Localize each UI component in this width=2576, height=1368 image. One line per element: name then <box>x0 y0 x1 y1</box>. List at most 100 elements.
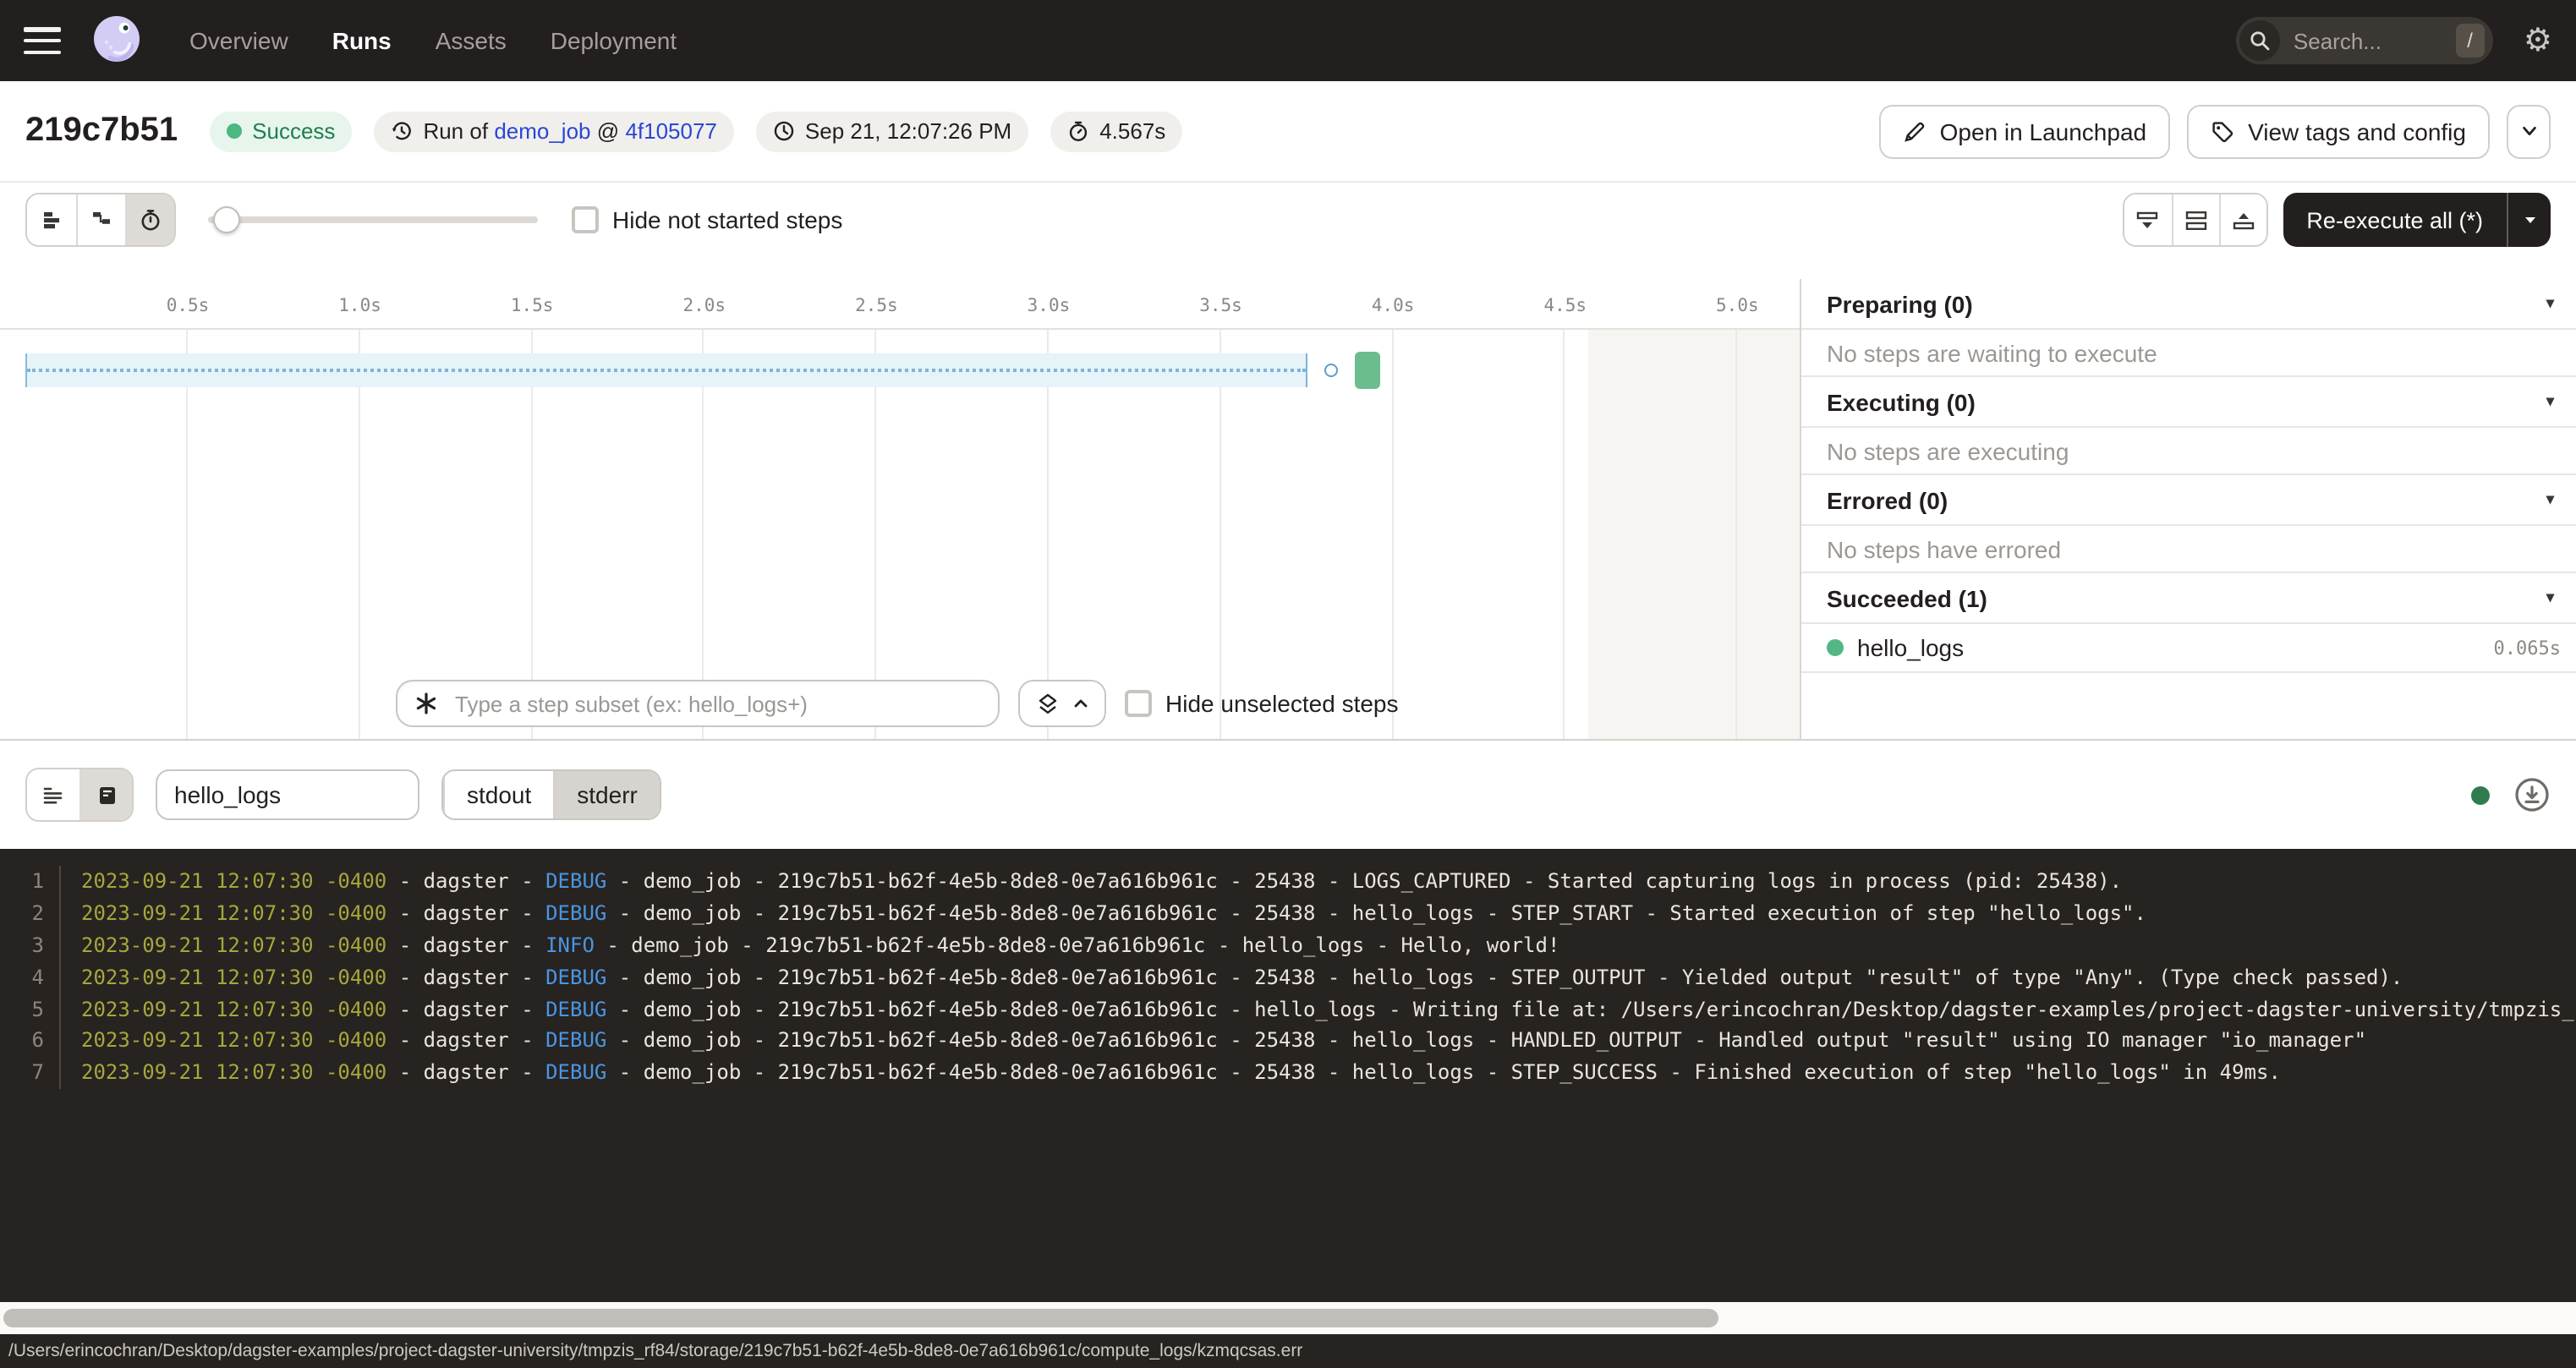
section-header[interactable]: Preparing (0) ▾ <box>1801 279 2576 330</box>
log-stream-tab[interactable]: stderr <box>553 771 660 818</box>
section-caret-icon: ▾ <box>2546 294 2554 313</box>
time-tick-label: 1.5s <box>446 296 618 316</box>
log-capture-status-dot <box>2471 785 2490 804</box>
time-tick-label: 1.0s <box>274 296 447 316</box>
log-level: DEBUG <box>545 1060 606 1084</box>
gantt-mode-group <box>25 193 176 247</box>
run-header: 219c7b51 Success Run of demo_job @ 4f105… <box>0 81 2576 183</box>
split-panels-icon[interactable] <box>2171 194 2218 245</box>
hide-not-started-checkbox[interactable]: Hide not started steps <box>572 206 842 233</box>
structured-log-view-icon[interactable] <box>27 769 79 820</box>
search-icon <box>2239 20 2280 61</box>
scrollbar-thumb[interactable] <box>3 1309 1718 1327</box>
gantt-chart: 0.5s1.0s1.5s2.0s2.5s3.0s3.5s4.0s4.5s5.0s <box>0 257 1800 739</box>
snapshot-link[interactable]: 4f105077 <box>625 118 716 144</box>
nav-item[interactable]: Assets <box>436 27 507 54</box>
nav-item[interactable]: Overview <box>189 27 288 54</box>
raw-log-view-icon[interactable] <box>79 769 132 820</box>
log-horizontal-scrollbar[interactable] <box>0 1302 2576 1334</box>
op-selector-icon <box>414 692 438 715</box>
log-timestamp: 2023-09-21 12:07:30 -0400 <box>81 933 386 957</box>
checkbox-icon[interactable] <box>572 206 599 233</box>
job-link[interactable]: demo_job <box>494 118 590 144</box>
log-step-filter-input[interactable] <box>156 769 419 820</box>
log-line-number: 1 <box>0 870 44 894</box>
log-source: - dagster - <box>386 870 545 894</box>
log-view-mode-group <box>25 768 134 822</box>
reexecute-menu-caret[interactable] <box>2507 193 2551 247</box>
log-line-number: 3 <box>0 933 44 957</box>
search-placeholder: Search... <box>2294 28 2442 53</box>
reexecute-split-button: Re-execute all (*) <box>2283 193 2551 247</box>
nav-item[interactable]: Deployment <box>551 27 677 54</box>
gantt-waterfall-view-icon[interactable] <box>76 194 125 245</box>
log-message: - demo_job - 219c7b51-b62f-4e5b-8de8-0e7… <box>606 1029 2366 1053</box>
log-timestamp: 2023-09-21 12:07:30 -0400 <box>81 1060 386 1084</box>
gantt-flat-view-icon[interactable] <box>27 194 76 245</box>
log-timestamp: 2023-09-21 12:07:30 -0400 <box>81 870 386 894</box>
gantt-timed-view-icon[interactable] <box>125 194 174 245</box>
time-tick-label: 4.0s <box>1307 296 1479 316</box>
top-nav: Overview Runs Assets Deployment Search..… <box>0 0 2576 81</box>
success-dot-icon <box>227 123 242 139</box>
graph-query-toggle-button[interactable] <box>1018 680 1106 727</box>
section-header[interactable]: Executing (0) ▾ <box>1801 377 2576 428</box>
gantt-zoom-slider[interactable] <box>208 206 538 233</box>
nav-item[interactable]: Runs <box>332 27 392 54</box>
time-tick-label: 3.5s <box>1135 296 1307 316</box>
duration-tag: 4.567s <box>1050 111 1182 151</box>
settings-gear-icon[interactable]: ⚙ <box>2524 25 2552 57</box>
log-source: - dagster - <box>386 1029 545 1053</box>
panel-layout-group <box>2122 193 2267 247</box>
dagster-logo-icon[interactable] <box>88 12 145 69</box>
view-tags-config-button[interactable]: View tags and config <box>2187 104 2490 158</box>
collapse-top-panel-icon[interactable] <box>2218 194 2266 245</box>
reexecute-all-button[interactable]: Re-execute all (*) <box>2283 193 2507 247</box>
stopwatch-icon <box>1067 120 1089 142</box>
log-message: - demo_job - 219c7b51-b62f-4e5b-8de8-0e7… <box>595 933 1560 957</box>
log-timestamp: 2023-09-21 12:07:30 -0400 <box>81 997 386 1021</box>
step-section: Succeeded (1) ▾ hello_logs 0.065s <box>1801 573 2576 673</box>
log-stream-tabs: stdoutstderr <box>441 769 661 820</box>
log-line-number: 6 <box>0 1029 44 1053</box>
step-subset-inputbox[interactable] <box>396 680 1000 727</box>
step-row[interactable]: hello_logs 0.065s <box>1801 624 2576 673</box>
log-level: DEBUG <box>545 966 606 989</box>
open-in-launchpad-button[interactable]: Open in Launchpad <box>1879 104 2170 158</box>
slider-handle[interactable] <box>213 206 240 233</box>
collapse-bottom-panel-icon[interactable] <box>2124 194 2171 245</box>
search-input[interactable]: Search... / <box>2236 17 2493 64</box>
log-line-number: 2 <box>0 901 44 925</box>
log-line: 4 2023-09-21 12:07:30 -0400 - dagster - … <box>0 961 2576 993</box>
caret-down-icon <box>2521 211 2538 228</box>
raw-log-output[interactable]: 1 2023-09-21 12:07:30 -0400 - dagster - … <box>0 849 2576 1302</box>
log-source: - dagster - <box>386 1060 545 1084</box>
log-stream-tab[interactable]: stdout <box>443 771 553 818</box>
log-level: DEBUG <box>545 997 606 1021</box>
step-execution-bar[interactable] <box>1355 352 1380 389</box>
menu-icon[interactable] <box>24 27 61 54</box>
section-header[interactable]: Errored (0) ▾ <box>1801 475 2576 526</box>
step-section: Errored (0) ▾ No steps have errored <box>1801 475 2576 573</box>
step-start-marker[interactable] <box>1324 364 1338 377</box>
step-waiting-bar[interactable] <box>25 353 1307 387</box>
caret-up-icon <box>1072 695 1089 712</box>
checkbox-icon[interactable] <box>1125 690 1152 717</box>
run-actions-menu-button[interactable] <box>2507 104 2551 158</box>
gantt-toolbar: Hide not started steps Re-execute all (*… <box>0 183 2576 257</box>
step-section: Preparing (0) ▾ No steps are waiting to … <box>1801 279 2576 377</box>
log-timestamp: 2023-09-21 12:07:30 -0400 <box>81 901 386 925</box>
hide-unselected-checkbox[interactable]: Hide unselected steps <box>1125 690 1399 717</box>
time-tick-label: 2.0s <box>618 296 791 316</box>
log-source: - dagster - <box>386 933 545 957</box>
section-empty-text: No steps have errored <box>1801 526 2576 573</box>
section-header[interactable]: Succeeded (1) ▾ <box>1801 573 2576 624</box>
step-subset-input[interactable] <box>452 689 981 718</box>
step-status-panel: Preparing (0) ▾ No steps are waiting to … <box>1800 279 2576 739</box>
time-tick-label: 4.5s <box>1479 296 1652 316</box>
step-success-dot-icon <box>1827 639 1844 656</box>
log-message: - demo_job - 219c7b51-b62f-4e5b-8de8-0e7… <box>606 901 2146 925</box>
time-tick-label: 3.0s <box>962 296 1135 316</box>
download-log-icon[interactable] <box>2513 776 2551 813</box>
start-time-tag: Sep 21, 12:07:26 PM <box>756 111 1028 151</box>
